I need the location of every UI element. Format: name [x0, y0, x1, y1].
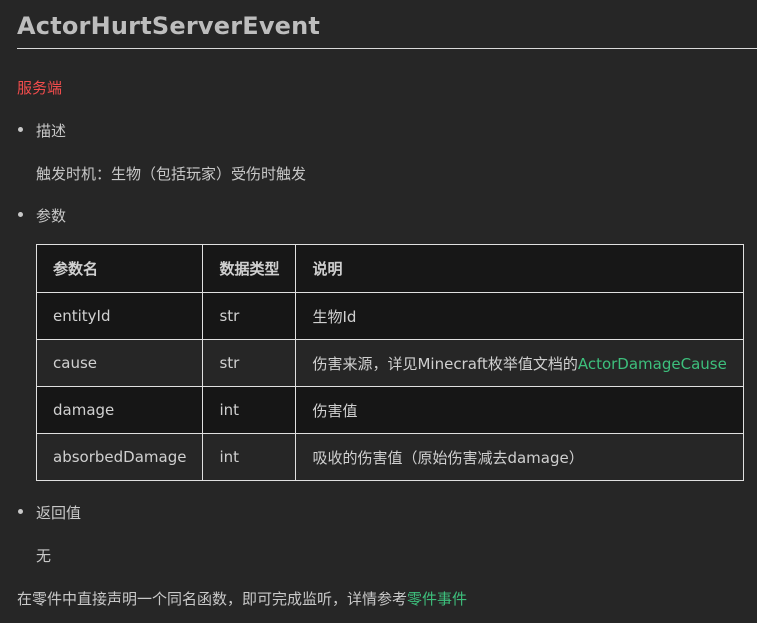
section-label: 参数	[36, 207, 67, 225]
param-desc-text: 生物Id	[312, 307, 357, 326]
column-header-type: 数据类型	[202, 244, 297, 293]
param-desc: 伤害来源，详见Minecraft枚举值文档的ActorDamageCause	[295, 339, 744, 387]
params-table: 参数名 数据类型 说明 entityId str 生物Id cause str …	[35, 244, 744, 481]
column-header-desc: 说明	[295, 244, 744, 293]
bullet-dot-icon	[18, 212, 23, 217]
section-params-heading: 参数	[18, 205, 66, 226]
section-label: 返回值	[36, 504, 82, 522]
param-name: absorbedDamage	[35, 433, 204, 481]
table-row: absorbedDamage int 吸收的伤害值（原始伤害减去damage）	[35, 433, 744, 481]
description-text: 触发时机：生物（包括玩家）受伤时触发	[36, 165, 307, 183]
section-description-heading: 描述	[18, 120, 66, 141]
param-desc: 生物Id	[295, 292, 744, 340]
column-header-name: 参数名	[35, 244, 204, 293]
table-row: cause str 伤害来源，详见Minecraft枚举值文档的ActorDam…	[35, 339, 744, 387]
returns-text: 无	[36, 547, 52, 565]
param-desc-text: 吸收的伤害值（原始伤害减去damage）	[312, 448, 584, 467]
footer-note: 在零件中直接声明一个同名函数，即可完成监听，详情参考零件事件	[17, 588, 467, 609]
param-name: cause	[35, 339, 204, 387]
section-label: 描述	[36, 122, 67, 140]
table-row: entityId str 生物Id	[35, 292, 744, 340]
param-desc-text: 伤害值	[312, 401, 358, 420]
section-returns-heading: 返回值	[18, 502, 81, 523]
param-desc-text: 伤害来源，详见Minecraft枚举值文档的	[312, 354, 578, 373]
param-type: str	[202, 292, 297, 340]
param-desc: 吸收的伤害值（原始伤害减去damage）	[295, 433, 744, 481]
param-type: int	[202, 386, 297, 434]
param-type: int	[202, 433, 297, 481]
param-desc: 伤害值	[295, 386, 744, 434]
footer-text: 在零件中直接声明一个同名函数，即可完成监听，详情参考	[17, 590, 408, 608]
bullet-dot-icon	[18, 127, 23, 132]
bullet-dot-icon	[18, 509, 23, 514]
param-name: damage	[35, 386, 204, 434]
actor-damage-cause-link[interactable]: ActorDamageCause	[578, 355, 727, 373]
table-row: damage int 伤害值	[35, 386, 744, 434]
param-name: entityId	[35, 292, 204, 340]
table-header-row: 参数名 数据类型 说明	[35, 244, 744, 293]
page-title: ActorHurtServerEvent	[17, 12, 321, 40]
title-divider	[17, 48, 757, 49]
server-side-tag: 服务端	[17, 79, 63, 97]
param-type: str	[202, 339, 297, 387]
part-event-link[interactable]: 零件事件	[407, 590, 467, 608]
